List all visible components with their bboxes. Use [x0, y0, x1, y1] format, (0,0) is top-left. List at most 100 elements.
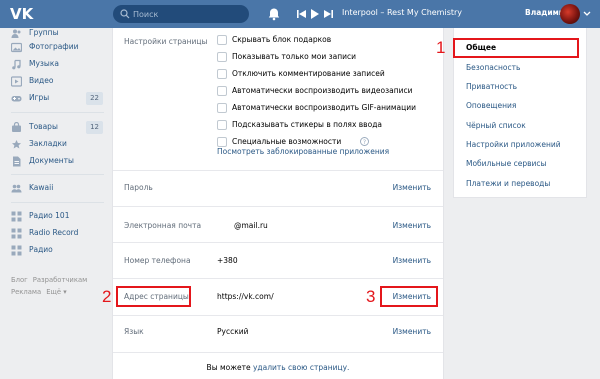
- page-address-value: https://vk.com/: [217, 292, 274, 301]
- sidebar-item-bookmarks[interactable]: Закладки: [0, 136, 106, 154]
- checkbox-box[interactable]: [217, 120, 227, 130]
- sidebar-item-label: Документы: [29, 156, 74, 165]
- video-icon: [11, 76, 22, 87]
- nav-item-privacy[interactable]: Приватность: [466, 82, 517, 91]
- email-label: Электронная почта: [124, 221, 202, 230]
- delete-page-link[interactable]: удалить свою страницу.: [253, 363, 349, 372]
- sidebar-divider: [11, 202, 104, 203]
- sidebar-item-music[interactable]: Музыка: [0, 56, 106, 74]
- sidebar-item-label: Группы: [29, 28, 59, 37]
- footer-link-more[interactable]: Ещё ▾: [46, 288, 66, 296]
- sidebar-item-photos[interactable]: Фотографии: [0, 39, 106, 57]
- chevron-down-icon[interactable]: [583, 11, 591, 17]
- photos-icon: [11, 42, 22, 53]
- sidebar-item-label: Kawaii: [29, 183, 54, 192]
- section-divider: [113, 315, 443, 316]
- phone-value: +380: [217, 256, 238, 265]
- section-divider: [113, 352, 443, 353]
- nav-item-payments[interactable]: Платежи и переводы: [466, 179, 550, 188]
- sidebar-item-label: Радио 101: [29, 211, 70, 220]
- previous-track-icon[interactable]: [297, 8, 307, 20]
- sidebar-item-label: Музыка: [29, 59, 59, 68]
- checkbox-box[interactable]: [217, 69, 227, 79]
- footer-link-ads[interactable]: Реклама: [11, 288, 41, 296]
- nav-item-security[interactable]: Безопасность: [466, 63, 520, 72]
- documents-icon: [13, 156, 21, 167]
- notifications-bell-icon[interactable]: [267, 7, 281, 21]
- nav-item-notifications[interactable]: Оповещения: [466, 101, 516, 110]
- now-playing-track[interactable]: Interpool – Rest My Chemistry: [342, 8, 462, 17]
- checkbox-box[interactable]: [217, 137, 227, 147]
- sidebar-item-documents[interactable]: Документы: [0, 153, 106, 171]
- page-settings-label: Настройки страницы: [124, 37, 208, 46]
- annotation-box-page-address: [116, 286, 191, 307]
- search-input[interactable]: [133, 7, 243, 21]
- sidebar-item-kawaii[interactable]: Kawaii: [0, 180, 106, 198]
- search-icon: [120, 9, 130, 19]
- avatar[interactable]: [560, 4, 580, 24]
- change-password-link[interactable]: Изменить: [393, 183, 431, 192]
- sidebar-item-label: Радио: [29, 245, 53, 254]
- delete-prefix: Вы можете: [206, 363, 253, 372]
- sidebar-item-goods[interactable]: Товары 12: [0, 119, 106, 137]
- checkbox-box[interactable]: [217, 103, 227, 113]
- sidebar-item-label: Видео: [29, 76, 54, 85]
- delete-page-line: Вы можете удалить свою страницу.: [113, 363, 443, 372]
- change-phone-link[interactable]: Изменить: [393, 256, 431, 265]
- bookmarks-icon: [12, 140, 21, 149]
- change-language-link[interactable]: Изменить: [393, 327, 431, 336]
- nav-item-blacklist[interactable]: Чёрный список: [466, 121, 526, 130]
- sidebar-item-label: Игры: [29, 93, 50, 102]
- search-box[interactable]: [113, 5, 249, 23]
- games-icon: [11, 96, 22, 102]
- checkbox-label: Отключить комментирование записей: [232, 69, 385, 78]
- section-divider: [113, 170, 443, 171]
- annotation-number-3: 3: [366, 287, 376, 306]
- music-icon: [12, 59, 21, 70]
- section-divider: [113, 278, 443, 279]
- checkbox-box[interactable]: [217, 35, 227, 45]
- nav-item-mobile-services[interactable]: Мобильные сервисы: [466, 159, 546, 168]
- footer-link-blog[interactable]: Блог: [11, 276, 28, 284]
- vk-logo[interactable]: VK: [10, 6, 33, 22]
- sidebar-footer-row-2: Реклама Ещё ▾: [11, 288, 72, 296]
- checkbox-label: Специальные возможности: [232, 137, 342, 146]
- footer-link-developers[interactable]: Разработчикам: [33, 276, 88, 284]
- goods-icon: [12, 122, 21, 132]
- top-bar: VK Interpool – Rest My Chemistry Владими…: [0, 0, 600, 28]
- checkbox-label: Автоматически воспроизводить GIF-анимаци…: [232, 103, 416, 112]
- play-icon[interactable]: [310, 8, 320, 20]
- annotation-box-general: [453, 38, 579, 58]
- checkbox-label: Автоматически воспроизводить видеозаписи: [232, 86, 413, 95]
- sidebar-item-label: Товары: [29, 122, 58, 131]
- games-count-badge: 22: [86, 92, 103, 105]
- blocked-apps-link[interactable]: Посмотреть заблокированные приложения: [217, 147, 389, 156]
- section-divider: [113, 206, 443, 207]
- nav-item-app-settings[interactable]: Настройки приложений: [466, 140, 561, 149]
- sidebar-item-radio-record[interactable]: Radio Record: [0, 225, 106, 243]
- checkbox-box[interactable]: [217, 86, 227, 96]
- settings-card: Настройки страницы Скрывать блок подарко…: [112, 28, 444, 379]
- password-label: Пароль: [124, 183, 153, 192]
- sidebar-item-label: Закладки: [29, 139, 67, 148]
- annotation-number-2: 2: [102, 287, 112, 306]
- next-track-icon[interactable]: [323, 8, 333, 20]
- goods-count-badge: 12: [86, 121, 103, 134]
- app-icon: [11, 211, 22, 222]
- sidebar-item-radio[interactable]: Радио: [0, 242, 106, 260]
- annotation-box-change-address: [380, 286, 438, 307]
- checkbox-label: Подсказывать стикеры в полях ввода: [232, 120, 382, 129]
- phone-label: Номер телефона: [124, 256, 191, 265]
- checkbox-box[interactable]: [217, 52, 227, 62]
- sidebar-item-games[interactable]: Игры 22: [0, 90, 106, 108]
- annotation-number-1: 1: [436, 38, 446, 57]
- checkbox-label: Показывать только мои записи: [232, 52, 356, 61]
- language-label: Язык: [124, 327, 144, 336]
- checkbox-label: Скрывать блок подарков: [232, 35, 332, 44]
- community-icon: [11, 184, 22, 193]
- sidebar-item-radio-101[interactable]: Радио 101: [0, 208, 106, 226]
- sidebar-item-video[interactable]: Видео: [0, 73, 106, 91]
- sidebar-item-label: Фотографии: [29, 42, 79, 51]
- help-icon[interactable]: ?: [360, 137, 369, 146]
- change-email-link[interactable]: Изменить: [393, 221, 431, 230]
